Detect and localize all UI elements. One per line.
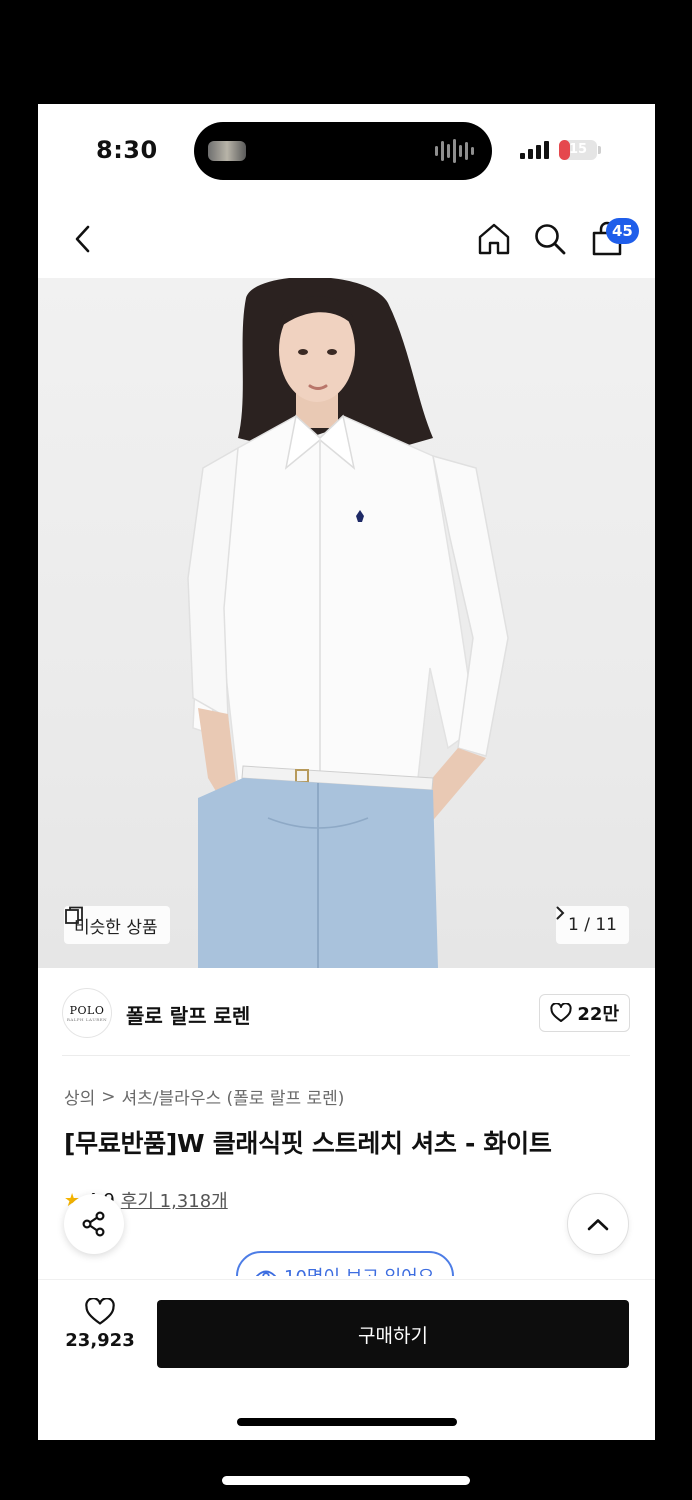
similar-products-button[interactable]: 비슷한 상품 [64, 906, 170, 944]
status-bar: 8:30 15 [38, 104, 655, 200]
product-image-carousel[interactable]: 비슷한 상품 1 / 11 [38, 278, 655, 968]
heart-icon [85, 1298, 115, 1325]
dynamic-island [194, 122, 492, 180]
chevron-up-icon [587, 1218, 609, 1230]
brand-logo[interactable]: POLO RALPH LAUREN [62, 988, 112, 1038]
outer-home-indicator [222, 1476, 470, 1485]
brand-name[interactable]: 폴로 랄프 로렌 [126, 1000, 250, 1029]
divider [62, 1055, 630, 1056]
home-indicator[interactable] [237, 1418, 457, 1426]
battery-percent: 15 [568, 142, 588, 157]
bottom-action-bar: 23,923 구매하기 [38, 1279, 655, 1389]
home-button[interactable] [473, 218, 515, 260]
breadcrumb-separator: > [101, 1086, 116, 1107]
home-icon [478, 223, 510, 255]
copy-icon [65, 906, 83, 924]
heart-icon [550, 1003, 572, 1022]
brand-like-count: 22만 [577, 1004, 619, 1025]
breadcrumb-subcategory[interactable]: 셔츠/블라우스 (폴로 랄프 로렌) [122, 1084, 345, 1109]
chevron-right-icon [556, 906, 565, 920]
brand-logo-text: POLO [69, 1003, 105, 1017]
cart-count-badge: 45 [606, 218, 639, 244]
audio-wave-icon [435, 138, 474, 164]
wishlist-button[interactable]: 23,923 [58, 1298, 142, 1351]
scroll-to-top-button[interactable] [567, 1193, 629, 1255]
image-counter: 1 / 11 [568, 915, 617, 935]
top-navigation [38, 200, 655, 280]
search-icon [535, 224, 566, 255]
buy-button[interactable]: 구매하기 [157, 1300, 629, 1368]
brand-like-button[interactable]: 22만 [539, 994, 630, 1032]
product-photo [187, 278, 509, 968]
reviews-link[interactable]: 후기 1,318개 [121, 1187, 228, 1213]
now-playing-thumbnail [208, 141, 246, 161]
similar-products-label: 비슷한 상품 [74, 917, 158, 938]
image-counter-button[interactable]: 1 / 11 [556, 906, 629, 944]
breadcrumb-category[interactable]: 상의 [64, 1084, 95, 1109]
battery-cap [598, 146, 601, 154]
brand-row[interactable]: POLO RALPH LAUREN 폴로 랄프 로렌 22만 [62, 988, 630, 1052]
search-button[interactable] [529, 218, 571, 260]
breadcrumb: 상의 > 셔츠/블라우스 (폴로 랄프 로렌) [64, 1084, 345, 1110]
app-screen: 8:30 15 45 비슷한 상품 1 / 11 POLO RALPH LAUR… [38, 104, 655, 1440]
product-title: [무료반품]W 클래식핏 스트레치 셔츠 - 화이트 [64, 1129, 552, 1158]
battery-icon: 15 [559, 140, 597, 160]
share-icon [82, 1211, 105, 1237]
cellular-signal-icon [520, 141, 549, 159]
status-time: 8:30 [96, 136, 158, 164]
brand-logo-subtext: RALPH LAUREN [66, 1016, 108, 1022]
share-button[interactable] [64, 1194, 124, 1254]
wishlist-count: 23,923 [65, 1330, 135, 1351]
back-button[interactable] [62, 218, 104, 260]
chevron-left-icon [75, 225, 90, 253]
